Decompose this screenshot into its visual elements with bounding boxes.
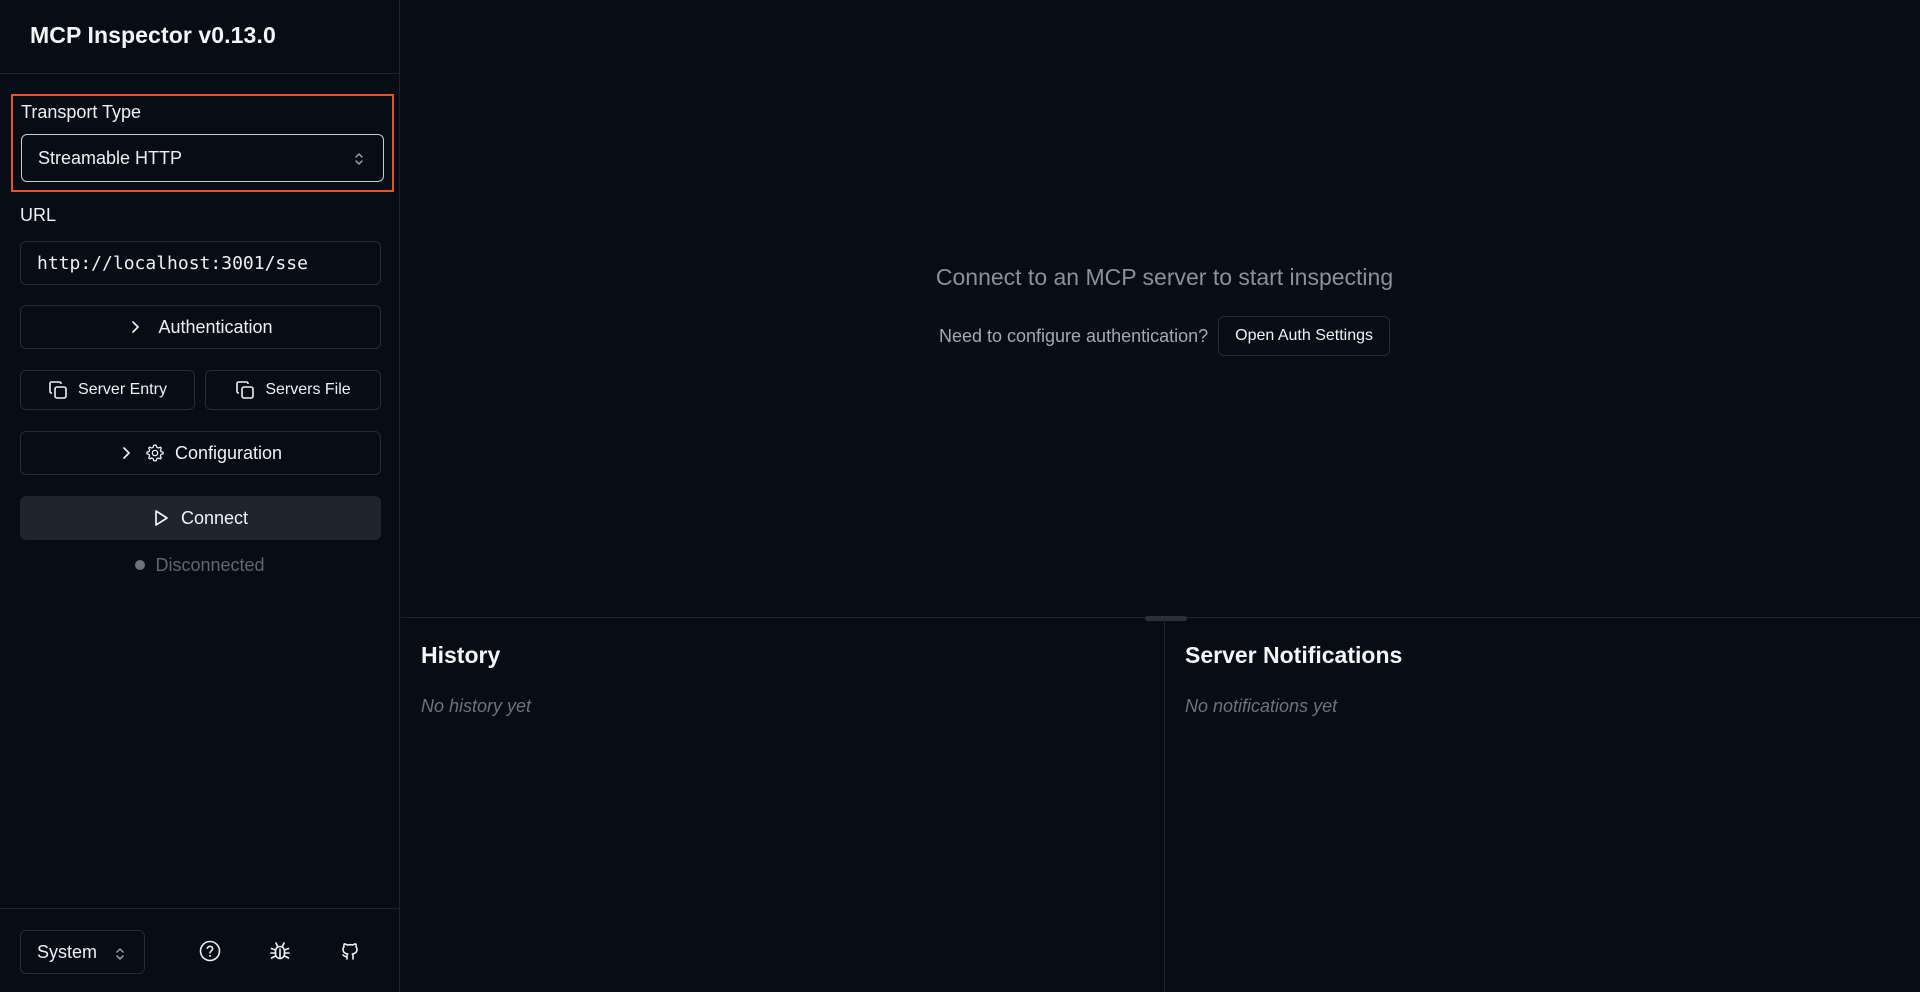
- server-notifications-panel: Server Notifications No notifications ye…: [1165, 618, 1920, 992]
- connection-status: Disconnected: [0, 553, 400, 577]
- bug-icon[interactable]: [268, 939, 292, 963]
- theme-value: System: [37, 941, 98, 962]
- app-root: MCP Inspector v0.13.0 Transport Type Str…: [0, 0, 1920, 992]
- authentication-toggle[interactable]: Authentication: [20, 305, 381, 349]
- connect-message: Connect to an MCP server to start inspec…: [935, 264, 1394, 290]
- open-auth-settings-button[interactable]: Open Auth Settings: [1218, 316, 1391, 356]
- play-icon: [155, 510, 168, 526]
- transport-type-section: Transport Type Streamable HTTP: [11, 94, 394, 192]
- url-value: http://localhost:3001/sse: [37, 252, 308, 274]
- main-top-pane: Connect to an MCP server to start inspec…: [401, 0, 1920, 617]
- history-empty-text: No history yet: [421, 696, 532, 716]
- connect-button[interactable]: Connect: [20, 496, 381, 540]
- url-label: URL: [20, 205, 57, 225]
- auth-question: Need to configure authentication?: [938, 325, 1209, 346]
- history-title: History: [421, 642, 501, 668]
- status-dot: [135, 560, 146, 570]
- help-icon[interactable]: [198, 939, 222, 963]
- configuration-toggle[interactable]: Configuration: [20, 431, 381, 475]
- copy-icon: [236, 381, 255, 399]
- transport-type-label: Transport Type: [21, 102, 142, 122]
- configuration-label: Configuration: [174, 442, 283, 463]
- servers-file-button[interactable]: Servers File: [205, 370, 381, 410]
- server-entry-button[interactable]: Server Entry: [20, 370, 195, 410]
- chevron-right-icon: [132, 321, 140, 333]
- main-content: Connect to an MCP server to start inspec…: [401, 0, 1920, 992]
- gear-icon: [146, 444, 164, 462]
- sidebar: MCP Inspector v0.13.0 Transport Type Str…: [0, 0, 400, 992]
- status-text: Disconnected: [155, 554, 265, 575]
- chevrons-up-down-icon: [116, 948, 124, 960]
- chevrons-up-down-icon: [355, 153, 363, 165]
- transport-type-select[interactable]: Streamable HTTP: [21, 134, 384, 182]
- connect-label: Connect: [180, 507, 249, 528]
- github-icon[interactable]: [338, 939, 362, 963]
- sidebar-footer: System: [0, 908, 400, 992]
- sidebar-header: MCP Inspector v0.13.0: [0, 0, 400, 74]
- servers-file-label: Servers File: [265, 381, 351, 398]
- authentication-label: Authentication: [158, 316, 273, 337]
- auth-prompt-row: Need to configure authentication? Open A…: [401, 316, 1920, 356]
- copy-icon: [49, 381, 67, 399]
- chevron-right-icon: [123, 447, 130, 459]
- url-input[interactable]: http://localhost:3001/sse: [20, 241, 381, 285]
- notifications-empty-text: No notifications yet: [1185, 696, 1338, 716]
- transport-type-value: Streamable HTTP: [38, 147, 183, 168]
- app-title: MCP Inspector v0.13.0: [30, 22, 276, 48]
- theme-select[interactable]: System: [20, 930, 145, 974]
- server-notifications-title: Server Notifications: [1185, 642, 1403, 668]
- server-entry-label: Server Entry: [78, 381, 167, 398]
- history-panel: History No history yet: [401, 618, 1165, 992]
